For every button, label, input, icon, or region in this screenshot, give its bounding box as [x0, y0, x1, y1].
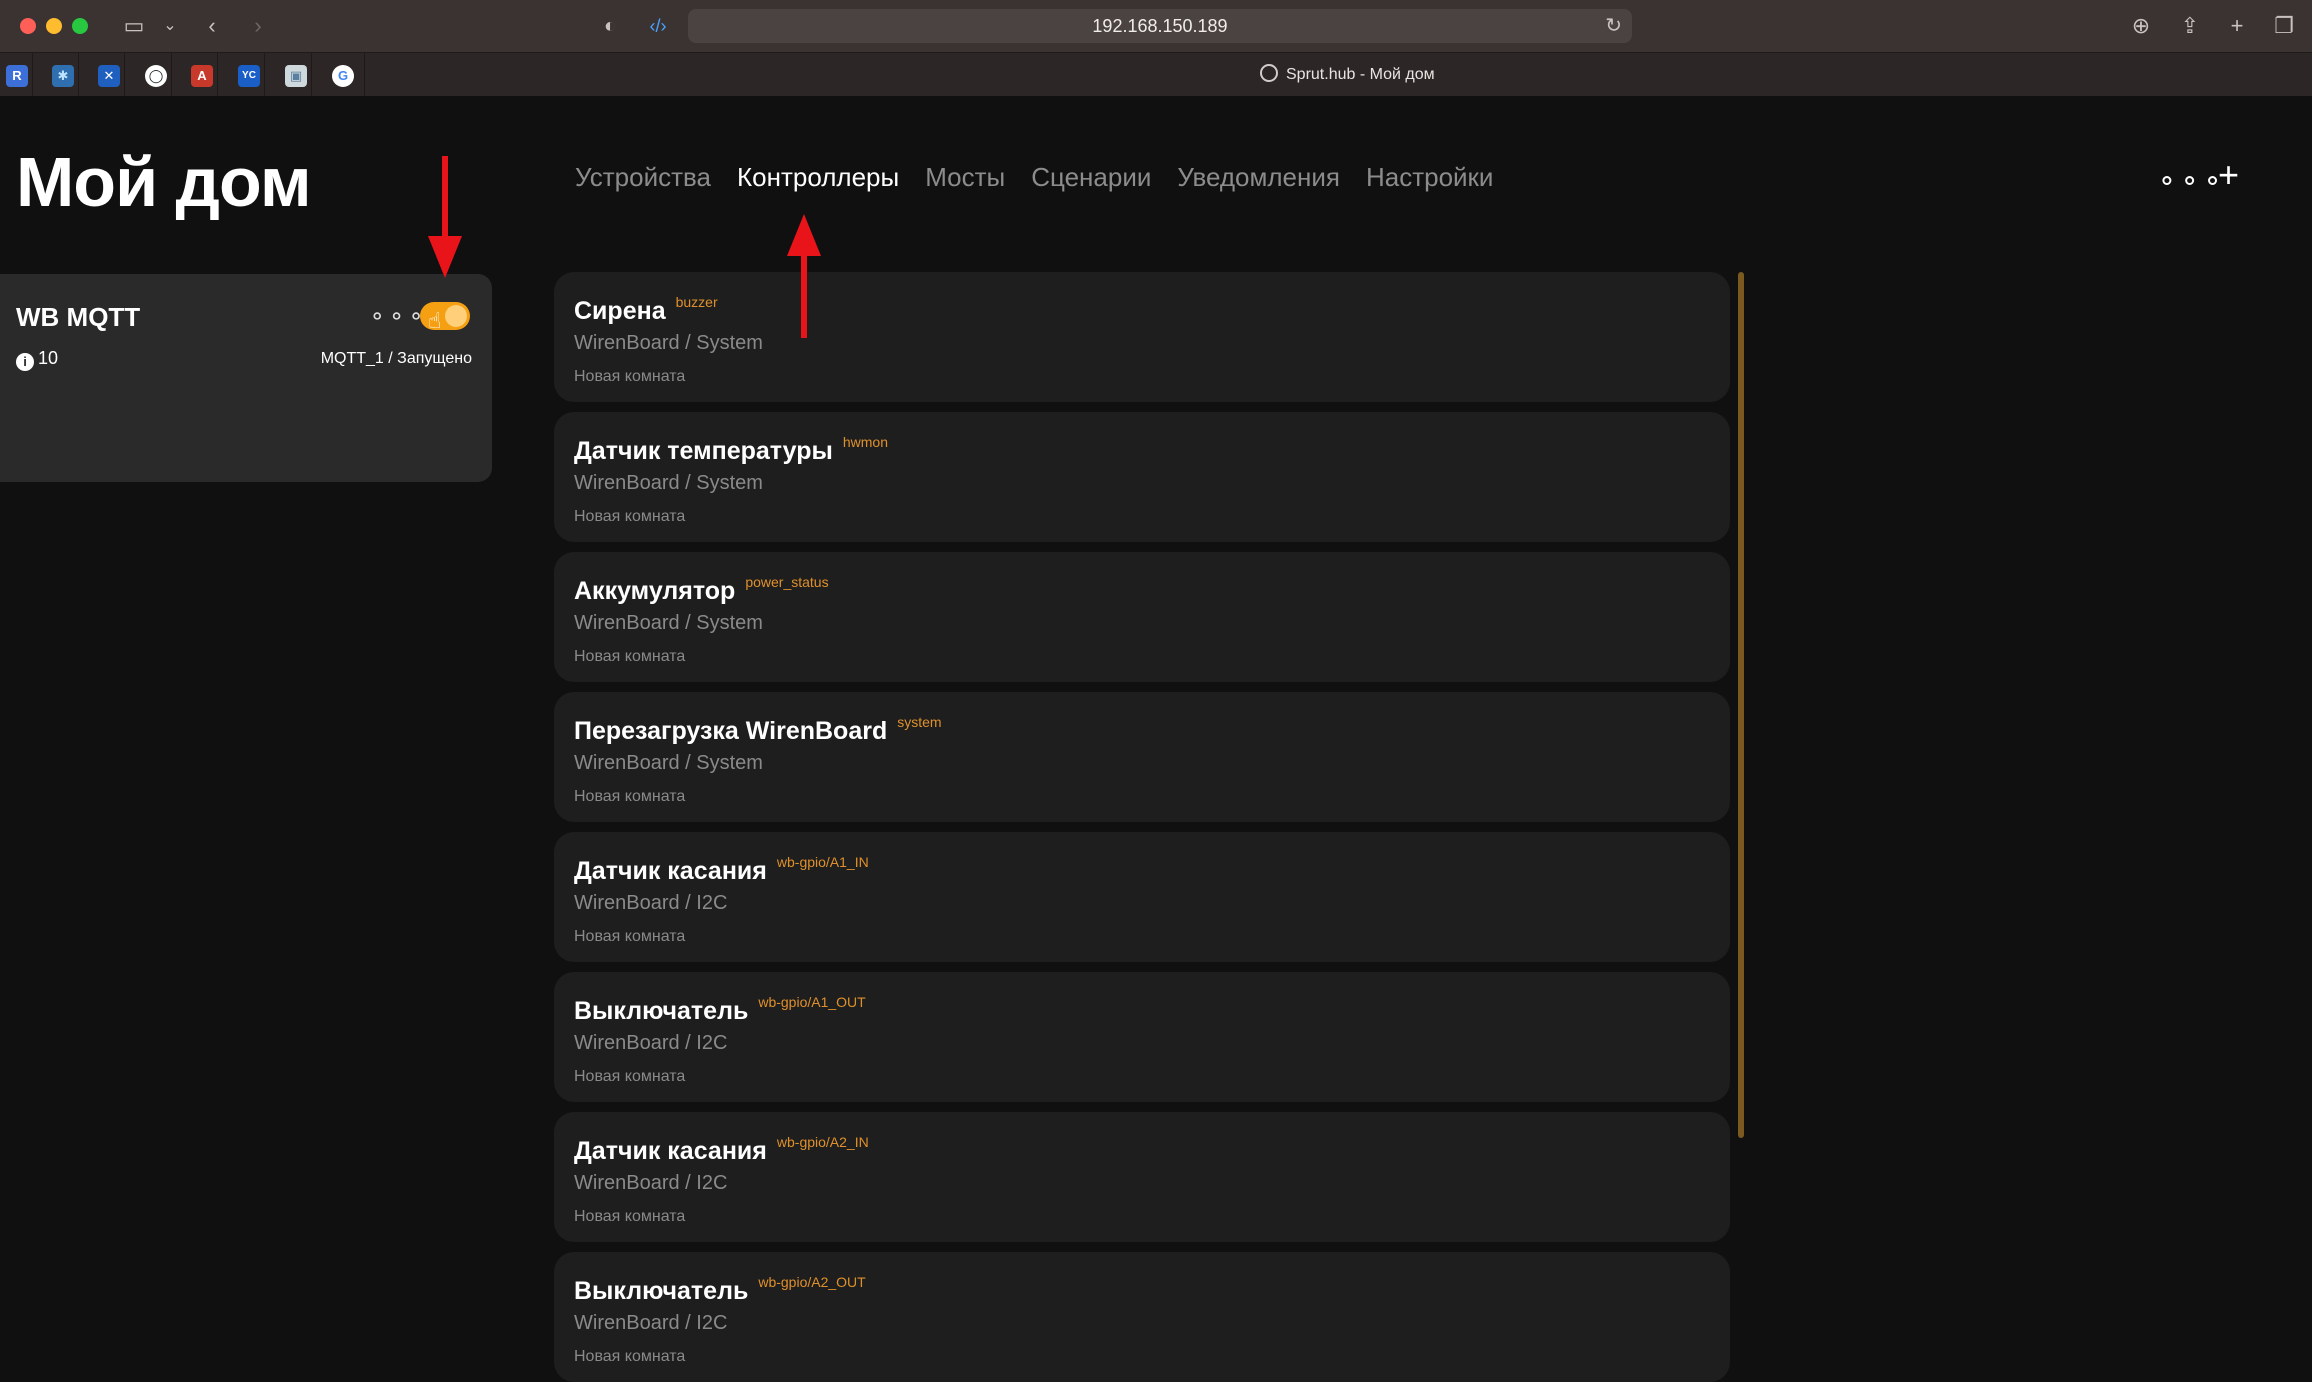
device-path: WirenBoard / System: [574, 612, 763, 634]
device-tag: wb-gpio/A1_OUT: [758, 994, 866, 1010]
list-item[interactable]: Выключатель wb-gpio/A1_OUT WirenBoard / I…: [554, 972, 1730, 1102]
controller-enabled-toggle[interactable]: ☝: [420, 302, 470, 333]
annotation-arrow-up-icon: [787, 214, 821, 338]
device-room: Новая комната: [574, 1068, 686, 1085]
device-room: Новая комната: [574, 508, 686, 525]
device-path: WirenBoard / System: [574, 332, 763, 354]
device-tag: hwmon: [842, 434, 888, 450]
device-path: WirenBoard / I2C: [574, 1172, 728, 1194]
device-tag: power_status: [745, 574, 829, 590]
device-path: WirenBoard / System: [574, 472, 763, 494]
tab-devices[interactable]: Устройства: [575, 162, 711, 193]
favorites-and-tab-bar: R ✱ ✕ ◯ A YC ▣ G Sprut.hub - Мой дом: [0, 52, 2312, 97]
controller-device-count: i 10: [16, 348, 58, 371]
tab-overview-icon[interactable]: ❐: [2270, 12, 2298, 40]
tab-notifications[interactable]: Уведомления: [1177, 162, 1340, 193]
device-name: Датчик температуры: [574, 437, 833, 465]
controller-status: MQTT_1 / Запущено: [320, 350, 472, 367]
device-name: Выключатель: [574, 1277, 749, 1305]
device-room: Новая комната: [574, 1208, 686, 1225]
list-item[interactable]: Датчик касания wb-gpio/A2_IN WirenBoard /…: [554, 1112, 1730, 1242]
chevron-down-icon[interactable]: ⌄: [156, 12, 184, 40]
device-room: Новая комната: [574, 788, 686, 805]
share-icon[interactable]: ⇪: [2176, 12, 2204, 40]
device-name: Перезагрузка WirenBoard: [574, 717, 888, 745]
device-tag: system: [897, 714, 942, 730]
forward-icon[interactable]: ›: [244, 12, 272, 40]
new-tab-icon[interactable]: +: [2223, 12, 2251, 40]
device-room: Новая комната: [574, 648, 686, 665]
page-title: Мой дом: [16, 143, 312, 221]
device-path: WirenBoard / I2C: [574, 1312, 728, 1334]
url-text: 192.168.150.189: [1092, 16, 1228, 36]
favorite-r-icon[interactable]: R: [6, 65, 28, 87]
toggle-knob: [445, 305, 467, 327]
controller-name: WB MQTT: [16, 302, 141, 332]
privacy-shield-icon[interactable]: ◐: [596, 12, 624, 40]
info-icon: i: [16, 353, 34, 371]
zoom-window-button[interactable]: [72, 18, 88, 34]
list-item[interactable]: Выключатель wb-gpio/A2_OUT WirenBoard / I…: [554, 1252, 1730, 1382]
tab-controllers[interactable]: Контроллеры: [737, 162, 899, 193]
sidebar-toggle-icon[interactable]: ▭: [120, 12, 148, 40]
tab-bridges[interactable]: Мосты: [925, 162, 1005, 193]
tab-title-text: Sprut.hub - Мой дом: [1286, 66, 1435, 83]
list-item[interactable]: Датчик касания wb-gpio/A1_IN WirenBoard /…: [554, 832, 1730, 962]
favorite-app-icon[interactable]: ▣: [285, 65, 307, 87]
sprut-hub-app: Мой дом Устройства Контроллеры Мосты Сце…: [0, 96, 2312, 1382]
controller-more-icon[interactable]: ⚬⚬⚬: [368, 304, 426, 330]
device-name: Датчик касания: [574, 857, 767, 885]
favorite-vscode-icon[interactable]: ✕: [98, 65, 120, 87]
list-item[interactable]: Перезагрузка WirenBoard system WirenBoard…: [554, 692, 1730, 822]
back-icon[interactable]: ‹: [198, 12, 226, 40]
device-room: Новая комната: [574, 928, 686, 945]
browser-titlebar: ▭ ⌄ ‹ › ◐ ‹/› 192.168.150.189 ↻ ⊕ ⇪ + ❐: [0, 0, 2312, 52]
favorite-google-icon[interactable]: G: [332, 65, 354, 87]
downloads-icon[interactable]: ⊕: [2127, 12, 2155, 40]
favorite-github-icon[interactable]: ◯: [145, 65, 167, 87]
device-name: Выключатель: [574, 997, 749, 1025]
device-path: WirenBoard / I2C: [574, 892, 728, 914]
list-scrollbar[interactable]: [1738, 272, 1744, 1138]
device-tag: wb-gpio/A2_OUT: [758, 1274, 866, 1290]
device-path: WirenBoard / I2C: [574, 1032, 728, 1054]
device-name: Датчик касания: [574, 1137, 767, 1165]
reload-icon[interactable]: ↻: [1605, 9, 1622, 43]
list-item[interactable]: Аккумулятор power_status WirenBoard / Sys…: [554, 552, 1730, 682]
tab-settings[interactable]: Настройки: [1366, 162, 1494, 193]
address-bar[interactable]: 192.168.150.189 ↻: [688, 9, 1632, 43]
list-item[interactable]: Сирена buzzer WirenBoard / System Новая к…: [554, 272, 1730, 402]
active-tab[interactable]: Sprut.hub - Мой дом: [1260, 53, 1435, 97]
close-window-button[interactable]: [20, 18, 36, 34]
favorite-snowflake-icon[interactable]: ✱: [52, 65, 74, 87]
annotation-arrow-down-icon: [428, 156, 462, 278]
device-path: WirenBoard / System: [574, 752, 763, 774]
device-name: Аккумулятор: [574, 577, 736, 605]
tab-scenarios[interactable]: Сценарии: [1031, 162, 1151, 193]
device-tag: wb-gpio/A2_IN: [776, 1134, 869, 1150]
add-icon[interactable]: +: [2218, 154, 2239, 196]
controller-card[interactable]: WB MQTT ⚬⚬⚬ ☝ i 10 MQTT_1 / Запущено: [0, 274, 492, 482]
device-tag: buzzer: [675, 294, 718, 310]
minimize-window-button[interactable]: [46, 18, 62, 34]
device-count-value: 10: [38, 348, 59, 368]
list-item[interactable]: Датчик температуры hwmon WirenBoard / Sys…: [554, 412, 1730, 542]
more-options-icon[interactable]: ⚬⚬⚬: [2156, 166, 2224, 197]
main-nav: Устройства Контроллеры Мосты Сценарии Ув…: [575, 162, 1493, 193]
hand-cursor-icon: ☝: [428, 308, 442, 333]
code-icon[interactable]: ‹/›: [644, 12, 672, 40]
device-name: Сирена: [574, 297, 666, 325]
sprut-hub-tab-icon: [1260, 64, 1278, 82]
favorite-translate-icon[interactable]: A: [191, 65, 213, 87]
device-room: Новая комната: [574, 1348, 686, 1365]
device-room: Новая комната: [574, 368, 686, 385]
device-tag: wb-gpio/A1_IN: [776, 854, 869, 870]
favorite-yc-icon[interactable]: YC: [238, 65, 260, 87]
